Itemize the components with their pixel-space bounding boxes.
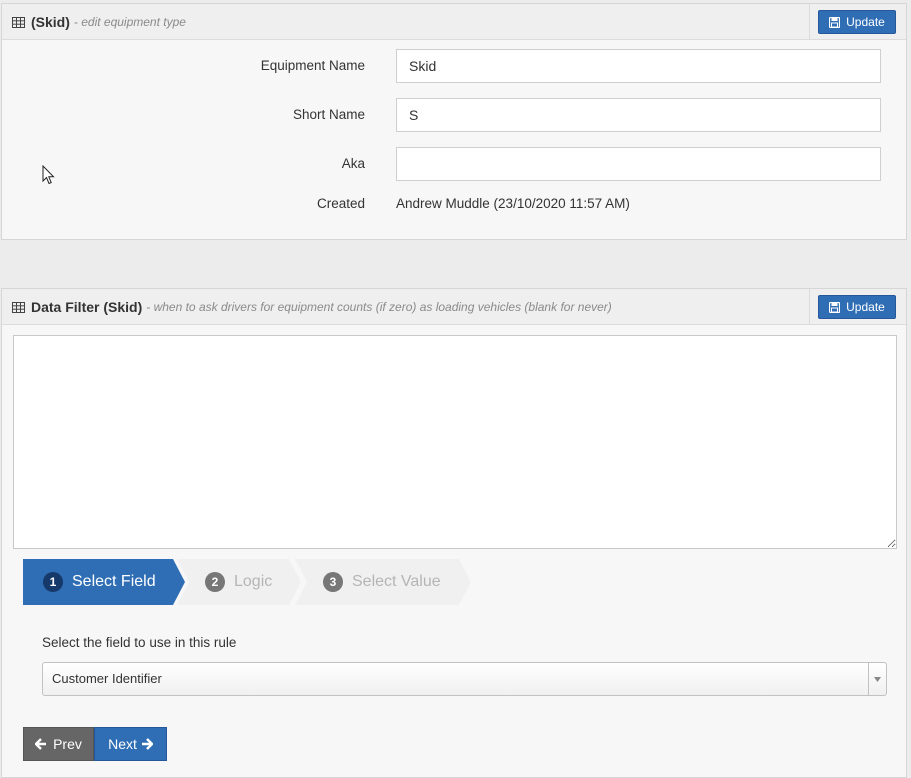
- field-select-value: Customer Identifier: [52, 671, 162, 686]
- next-label: Next: [108, 736, 137, 752]
- table-icon: [12, 16, 25, 28]
- wizard-pager: Prev Next: [23, 727, 167, 761]
- save-icon: [829, 301, 841, 313]
- step-label: Select Value: [352, 573, 441, 590]
- field-select[interactable]: Customer Identifier: [42, 662, 887, 696]
- equipment-name-input[interactable]: [396, 49, 881, 83]
- caret-down-icon: [868, 663, 886, 695]
- aka-input[interactable]: [396, 147, 881, 181]
- table-icon: [12, 301, 25, 313]
- step-select-field[interactable]: 1 Select Field: [23, 559, 185, 605]
- arrow-left-icon: [35, 738, 47, 750]
- short-name-row: Short Name: [2, 98, 906, 132]
- filter-textarea[interactable]: [13, 335, 897, 549]
- filter-panel-title: Data Filter (Skid): [31, 299, 143, 315]
- created-row: Created Andrew Muddle (23/10/2020 11:57 …: [2, 187, 906, 221]
- filter-update-area: Update: [809, 289, 906, 325]
- aka-row: Aka: [2, 147, 906, 181]
- equipment-panel-subtitle: - edit equipment type: [73, 15, 186, 29]
- step-number: 1: [43, 572, 63, 592]
- filter-update-label: Update: [846, 300, 885, 314]
- filter-panel-header: Data Filter (Skid) - when to ask drivers…: [2, 289, 906, 325]
- wizard-steps: 1 Select Field 2 Logic 3 Select Value: [23, 559, 483, 605]
- equipment-panel: (Skid) - edit equipment type Update Equi…: [1, 3, 907, 240]
- prev-button[interactable]: Prev: [23, 727, 94, 761]
- equipment-panel-title: (Skid): [31, 14, 70, 30]
- equipment-panel-title-group: (Skid) - edit equipment type: [12, 4, 186, 40]
- aka-label: Aka: [341, 156, 365, 171]
- rule-field-label: Select the field to use in this rule: [42, 635, 237, 650]
- short-name-label: Short Name: [292, 107, 365, 122]
- equipment-name-label: Equipment Name: [260, 58, 365, 73]
- created-label: Created: [316, 196, 365, 211]
- equipment-update-button[interactable]: Update: [818, 10, 896, 34]
- step-number: 3: [323, 572, 343, 592]
- mouse-cursor-icon: [42, 165, 55, 185]
- step-number: 2: [205, 572, 225, 592]
- equipment-name-row: Equipment Name: [2, 49, 906, 83]
- equipment-update-area: Update: [809, 4, 906, 40]
- filter-panel-subtitle: - when to ask drivers for equipment coun…: [146, 300, 612, 314]
- step-label: Logic: [234, 573, 273, 590]
- step-logic[interactable]: 2 Logic: [177, 559, 301, 605]
- arrow-right-icon: [141, 738, 153, 750]
- save-icon: [829, 16, 841, 28]
- created-value: Andrew Muddle (23/10/2020 11:57 AM): [396, 196, 630, 211]
- step-label: Select Field: [72, 573, 156, 590]
- filter-panel: Data Filter (Skid) - when to ask drivers…: [1, 288, 907, 778]
- short-name-input[interactable]: [396, 98, 881, 132]
- prev-label: Prev: [53, 736, 82, 752]
- equipment-update-label: Update: [846, 15, 885, 29]
- equipment-panel-header: (Skid) - edit equipment type Update: [2, 4, 906, 40]
- step-select-value[interactable]: 3 Select Value: [295, 559, 471, 605]
- filter-panel-title-group: Data Filter (Skid) - when to ask drivers…: [12, 289, 612, 325]
- next-button[interactable]: Next: [94, 727, 167, 761]
- filter-update-button[interactable]: Update: [818, 295, 896, 319]
